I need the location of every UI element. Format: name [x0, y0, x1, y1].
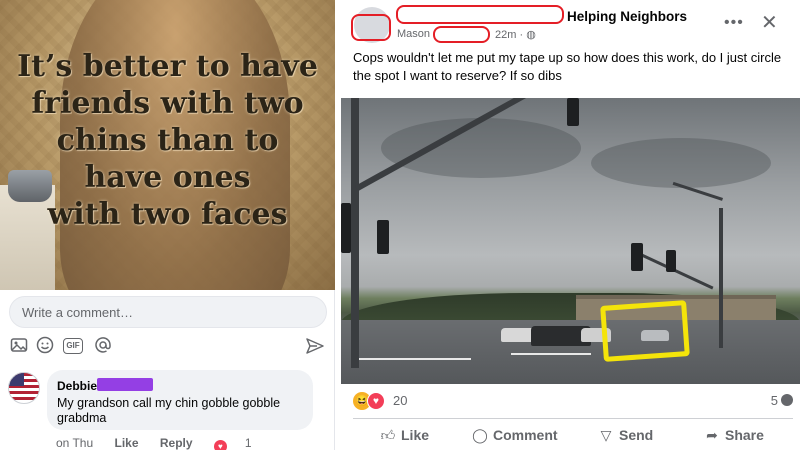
signal-arm [639, 253, 714, 290]
comment-bubble-icon [781, 394, 793, 406]
divider [353, 418, 793, 419]
traffic-signal [631, 243, 643, 271]
meme-caption: It’s better to have friends with two chi… [12, 48, 323, 233]
meme-line: have ones [84, 160, 251, 195]
redaction-mark [351, 14, 391, 41]
send-icon[interactable] [305, 336, 325, 356]
comment-reply-button[interactable]: Reply [160, 436, 193, 450]
comment-author[interactable]: Debbie [57, 378, 153, 393]
meme-image: It’s better to have friends with two chi… [0, 0, 335, 290]
send-button[interactable]: ▽ Send [597, 427, 654, 444]
share-icon: ➦ [706, 427, 718, 443]
meme-line: friends with two [31, 86, 304, 121]
group-name[interactable]: Helping Neighbors [567, 9, 687, 24]
traffic-signal [666, 250, 676, 272]
comment-reactions[interactable]: ♥ 1 [213, 436, 270, 450]
close-icon[interactable]: ✕ [761, 10, 778, 35]
mention-icon[interactable] [93, 336, 113, 356]
cloud [381, 118, 581, 178]
reserved-spot-circle [600, 300, 690, 362]
road-marking [351, 358, 471, 360]
more-options-button[interactable]: ••• [724, 14, 744, 32]
cloud [591, 138, 771, 188]
comments-count[interactable]: 5 [771, 393, 793, 408]
like-button[interactable]: 👍︎ Like [379, 427, 429, 444]
post-panel: Helping Neighbors Mason 22m · ◍ ••• ✕ Co… [341, 0, 800, 450]
redaction-mark [396, 5, 564, 24]
post-actions: 👍︎ Like ◯ Comment ▽ Send ➦ Share [341, 424, 800, 448]
comment-input-placeholder: Write a comment… [22, 305, 134, 320]
post-photo[interactable] [341, 98, 800, 384]
comment-time: on Thu [56, 436, 94, 450]
traffic-signal [341, 203, 351, 253]
comment-button[interactable]: ◯ Comment [471, 427, 557, 444]
love-icon: ♥ [367, 392, 385, 410]
traffic-signal [567, 98, 579, 126]
meme-line: It’s better to have [17, 49, 318, 84]
send-icon: ▽ [600, 427, 612, 443]
emoji-icon[interactable] [35, 336, 55, 356]
comment-actions: on Thu Like Reply ♥ 1 [56, 436, 288, 450]
signal-pole [351, 98, 359, 368]
meme-line: chins than to [56, 123, 279, 158]
light-pole [719, 208, 723, 348]
post-text: Cops wouldn't let me put my tape up so h… [353, 50, 782, 83]
comment-text: My grandson call my chin gobble gobble g… [57, 396, 281, 425]
camera-icon[interactable] [9, 336, 29, 356]
thumbs-up-icon: 👍︎ [380, 427, 396, 443]
comment-bubble: Debbie My grandson call my chin gobble g… [47, 370, 313, 430]
comment-toolbar: GIF [9, 336, 327, 358]
reaction-summary[interactable]: 😆 ♥ 20 5 [353, 392, 793, 412]
redaction-mark [97, 378, 153, 391]
post-author[interactable]: Mason [397, 28, 430, 40]
post-meta: Mason 22m · ◍ [397, 28, 536, 41]
gif-icon[interactable]: GIF [63, 338, 83, 354]
comment-input[interactable]: Write a comment… [9, 296, 327, 328]
reactions-count[interactable]: 20 [393, 393, 407, 408]
heart-icon: ♥ [213, 440, 227, 450]
commenter-avatar[interactable] [8, 372, 40, 404]
comment-like-button[interactable]: Like [115, 436, 139, 450]
comment-icon: ◯ [472, 427, 488, 443]
post-time[interactable]: 22m · ◍ [495, 28, 536, 41]
left-panel: It’s better to have friends with two chi… [0, 0, 335, 450]
road-marking [511, 353, 591, 355]
traffic-signal [377, 220, 389, 254]
share-button[interactable]: ➦ Share [703, 427, 764, 444]
redaction-mark [433, 26, 490, 43]
globe-icon: ◍ [526, 29, 536, 41]
meme-line: with two faces [47, 197, 288, 232]
